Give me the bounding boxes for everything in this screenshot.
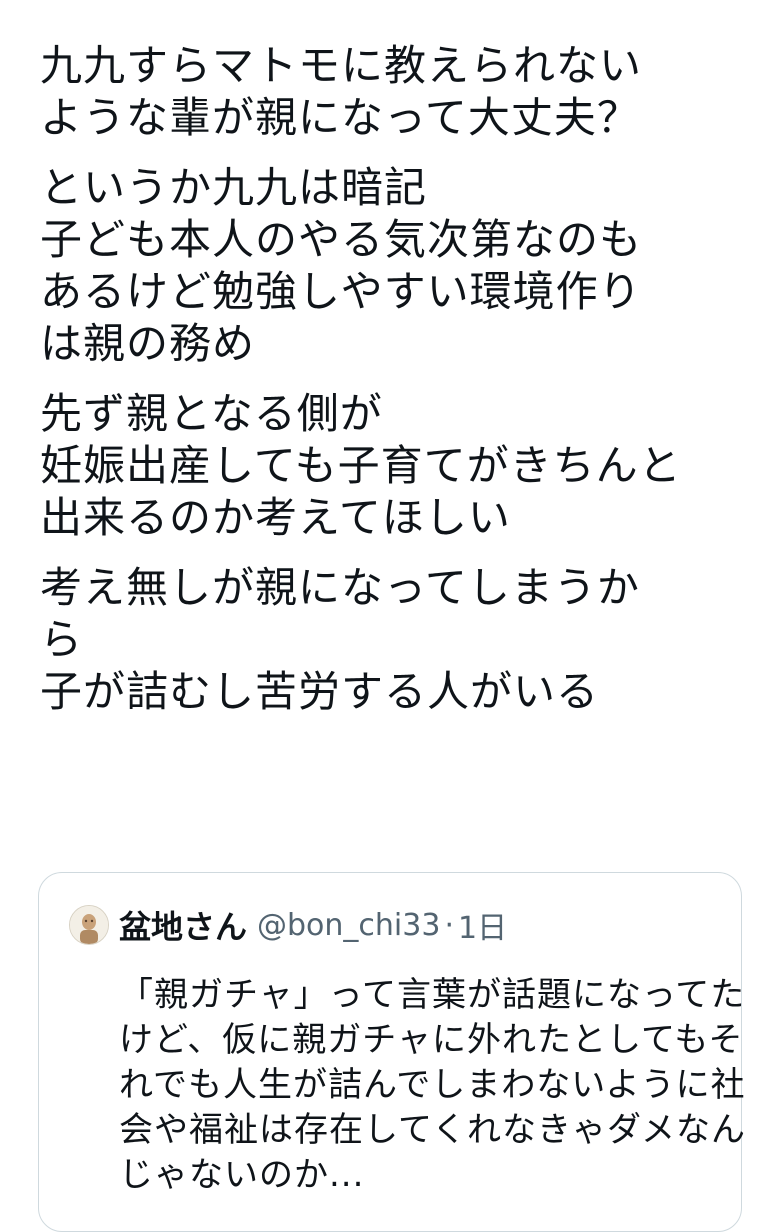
tweet-line: 妊娠出産しても子育てがきちんと xyxy=(40,441,682,490)
quoted-tweet-header: 盆地さん @bon_chi33 · 1日 xyxy=(69,903,507,947)
tweet-paragraph: 九九すらマトモに教えられない ような輩が親になって大丈夫？ xyxy=(40,40,760,144)
tweet-line: 九九すらマトモに教えられない xyxy=(40,41,643,90)
tweet-line: 考え無しが親になってしまうか xyxy=(40,563,640,612)
user-avatar-icon[interactable] xyxy=(69,905,109,945)
quoted-line: 「親ガチャ」って言葉が話題になってた xyxy=(119,975,746,1015)
tweet-line: ら xyxy=(40,615,84,664)
quoted-tweet-text: 「親ガチャ」って言葉が話題になってた けど、仮に親ガチャに外れたとしてもそ れで… xyxy=(119,973,746,1198)
quoted-line: じゃないのか... xyxy=(119,1155,365,1195)
avatar-figure-icon xyxy=(70,906,108,944)
quoted-display-name[interactable]: 盆地さん xyxy=(119,902,247,948)
tweet-line: は親の務め xyxy=(40,319,256,368)
tweet-line: というか九九は暗記 xyxy=(40,163,428,212)
header-separator: · xyxy=(444,907,454,943)
tweet-line: あるけど勉強しやすい環境作り xyxy=(40,267,642,316)
tweet-paragraph: 先ず親となる側が 妊娠出産しても子育てがきちんと 出来るのか考えてほしい xyxy=(40,388,760,544)
tweet-line: 先ず親となる側が xyxy=(40,389,383,438)
tweet-line: 子ども本人のやる気次第なのも xyxy=(40,215,643,264)
quoted-line: けど、仮に親ガチャに外れたとしてもそ xyxy=(119,1020,744,1060)
tweet-paragraph: 考え無しが親になってしまうか ら 子が詰むし苦労する人がいる xyxy=(40,562,760,718)
quoted-line: れでも人生が詰んでしまわないように社 xyxy=(119,1065,746,1105)
tweet-line: ような輩が親になって大丈夫？ xyxy=(40,93,640,142)
tweet-line: 子が詰むし苦労する人がいる xyxy=(40,667,600,716)
tweet-text: 九九すらマトモに教えられない ような輩が親になって大丈夫？ というか九九は暗記 … xyxy=(40,40,760,736)
tweet-paragraph: というか九九は暗記 子ども本人のやる気次第なのも あるけど勉強しやすい環境作り … xyxy=(40,162,760,370)
quoted-line: 会や福祉は存在してくれなきゃダメなん xyxy=(119,1110,746,1150)
quoted-handle[interactable]: @bon_chi33 xyxy=(257,908,440,943)
quoted-tweet-card[interactable]: 盆地さん @bon_chi33 · 1日 「親ガチャ」って言葉が話題になってた … xyxy=(38,872,746,1232)
tweet-line: 出来るのか考えてほしい xyxy=(40,493,511,542)
quoted-timestamp[interactable]: 1日 xyxy=(458,903,507,947)
